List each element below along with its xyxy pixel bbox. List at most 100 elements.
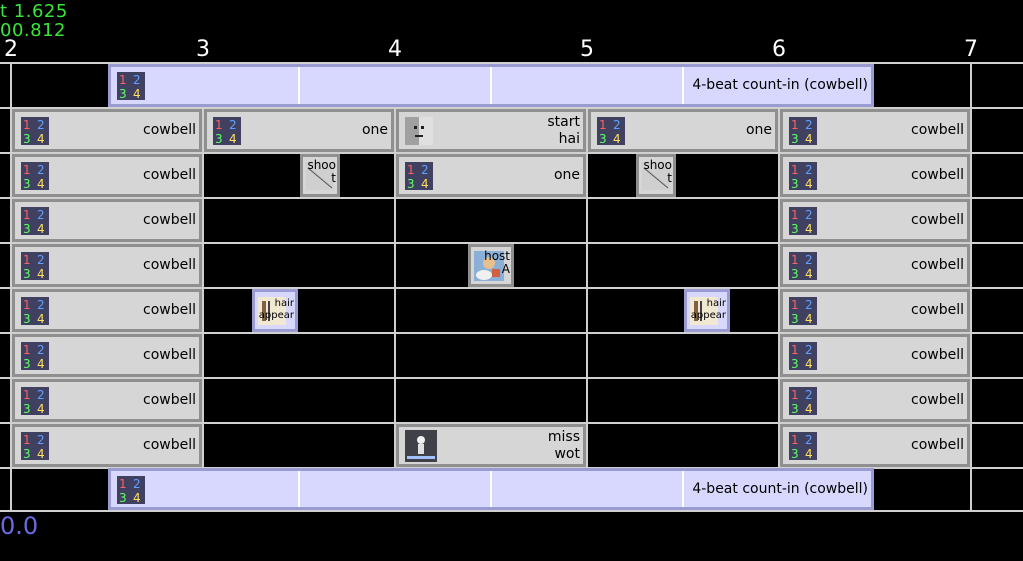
svg-text:1: 1: [407, 163, 415, 177]
svg-text:4: 4: [805, 447, 813, 460]
beat-line: [970, 62, 972, 512]
host-block[interactable]: host A: [468, 244, 514, 287]
svg-text:4: 4: [613, 132, 621, 145]
one-label: one: [361, 122, 388, 138]
svg-text:1: 1: [119, 477, 127, 491]
svg-text:3: 3: [599, 132, 607, 145]
svg-text:1: 1: [791, 163, 799, 177]
svg-text:4: 4: [37, 132, 45, 145]
count-in-icon: 1 23 4: [21, 252, 49, 280]
beat-tick-label: 6: [772, 37, 786, 62]
start-hai-block[interactable]: start hai: [396, 109, 586, 152]
cowbell-block[interactable]: 1234 cowbell: [780, 289, 970, 332]
one-label: one: [553, 167, 580, 183]
svg-text:1: 1: [791, 343, 799, 357]
count-in-icon: 1 23 4: [789, 432, 817, 460]
svg-text:4: 4: [37, 312, 45, 325]
count-in-icon: 1 23 4: [21, 207, 49, 235]
count-in-icon: 1 23 4: [789, 342, 817, 370]
hair-appear-label: hair appear: [690, 298, 726, 321]
hair-appear-block[interactable]: hair appear: [684, 289, 730, 332]
svg-text:3: 3: [23, 222, 31, 235]
cowbell-block[interactable]: 1234 cowbell: [780, 154, 970, 197]
cowbell-block[interactable]: 1234 cowbell: [12, 244, 202, 287]
svg-text:3: 3: [791, 357, 799, 370]
svg-text:1: 1: [119, 73, 127, 87]
svg-text:1: 1: [23, 343, 31, 357]
shoot-label: shoo t: [307, 158, 336, 185]
svg-text:2: 2: [37, 388, 45, 402]
cowbell-block[interactable]: 1234 cowbell: [780, 109, 970, 152]
countin-divider: [490, 67, 492, 104]
cowbell-block[interactable]: 1234 cowbell: [780, 244, 970, 287]
svg-text:4: 4: [133, 491, 141, 504]
svg-text:1: 1: [23, 388, 31, 402]
cowbell-block[interactable]: 1234 cowbell: [12, 199, 202, 242]
svg-text:2: 2: [133, 477, 141, 491]
cowbell-block[interactable]: 1234 cowbell: [12, 334, 202, 377]
svg-text:3: 3: [23, 267, 31, 280]
svg-text:1: 1: [23, 118, 31, 132]
cowbell-block[interactable]: 1234 cowbell: [780, 379, 970, 422]
miss-wot-block[interactable]: miss wot: [396, 424, 586, 467]
svg-text:2: 2: [613, 118, 621, 132]
svg-text:2: 2: [805, 298, 813, 312]
svg-text:3: 3: [791, 447, 799, 460]
hair-appear-label: hair appear: [258, 298, 294, 321]
cowbell-block[interactable]: 1234 cowbell: [12, 154, 202, 197]
grid-line: [0, 510, 1023, 512]
cowbell-block[interactable]: 1234 cowbell: [12, 424, 202, 467]
svg-text:3: 3: [791, 312, 799, 325]
cowbell-block[interactable]: 1234 cowbell: [12, 109, 202, 152]
cowbell-label: cowbell: [911, 392, 964, 408]
svg-text:2: 2: [805, 163, 813, 177]
svg-text:3: 3: [119, 491, 127, 504]
shoot-block[interactable]: shoo t: [300, 154, 340, 197]
cowbell-block[interactable]: 1234 cowbell: [12, 379, 202, 422]
svg-text:4: 4: [37, 447, 45, 460]
count-in-icon: 1 23 4: [21, 387, 49, 415]
cowbell-block[interactable]: 1234 cowbell: [780, 424, 970, 467]
cowbell-block[interactable]: 1234 cowbell: [780, 199, 970, 242]
svg-text:3: 3: [23, 177, 31, 190]
hair-appear-block[interactable]: hair appear: [252, 289, 298, 332]
svg-text:4: 4: [805, 177, 813, 190]
svg-text:1: 1: [791, 208, 799, 222]
miss-icon: [405, 430, 437, 462]
count-in-icon: 1 2 3 4: [117, 476, 145, 504]
svg-text:4: 4: [805, 267, 813, 280]
countin-divider: [682, 471, 684, 507]
svg-text:4: 4: [805, 312, 813, 325]
svg-text:4: 4: [421, 177, 429, 190]
svg-text:1: 1: [791, 298, 799, 312]
one-block[interactable]: 1234 one: [588, 109, 778, 152]
beat-tick-label: 4: [388, 37, 402, 62]
countin-block-bottom[interactable]: 1 2 3 4 4-beat count-in (cowbell): [108, 468, 874, 510]
cowbell-label: cowbell: [911, 257, 964, 273]
svg-text:2: 2: [805, 388, 813, 402]
svg-text:2: 2: [37, 208, 45, 222]
shoot-block[interactable]: shoo t: [636, 154, 676, 197]
cowbell-label: cowbell: [911, 167, 964, 183]
one-block[interactable]: 1234 one: [396, 154, 586, 197]
svg-text:2: 2: [37, 343, 45, 357]
cowbell-label: cowbell: [911, 347, 964, 363]
svg-text:3: 3: [23, 447, 31, 460]
svg-text:1: 1: [23, 253, 31, 267]
svg-text:1: 1: [23, 298, 31, 312]
cowbell-label: cowbell: [911, 122, 964, 138]
svg-text:2: 2: [229, 118, 237, 132]
countin-divider: [490, 471, 492, 507]
one-block[interactable]: 1234 one: [204, 109, 394, 152]
countin-label: 4-beat count-in (cowbell): [692, 481, 868, 497]
cowbell-label: cowbell: [143, 437, 196, 453]
countin-block-top[interactable]: 1 2 3 4 4-beat count-in (cowbell): [108, 64, 874, 107]
cowbell-label: cowbell: [911, 302, 964, 318]
count-in-icon: 1 23 4: [21, 342, 49, 370]
svg-text:3: 3: [791, 177, 799, 190]
cowbell-block[interactable]: 1234 cowbell: [12, 289, 202, 332]
start-hai-label: start hai: [547, 114, 580, 147]
countin-divider: [682, 67, 684, 104]
cowbell-block[interactable]: 1234 cowbell: [780, 334, 970, 377]
time-readout: t 1.625: [0, 1, 68, 22]
